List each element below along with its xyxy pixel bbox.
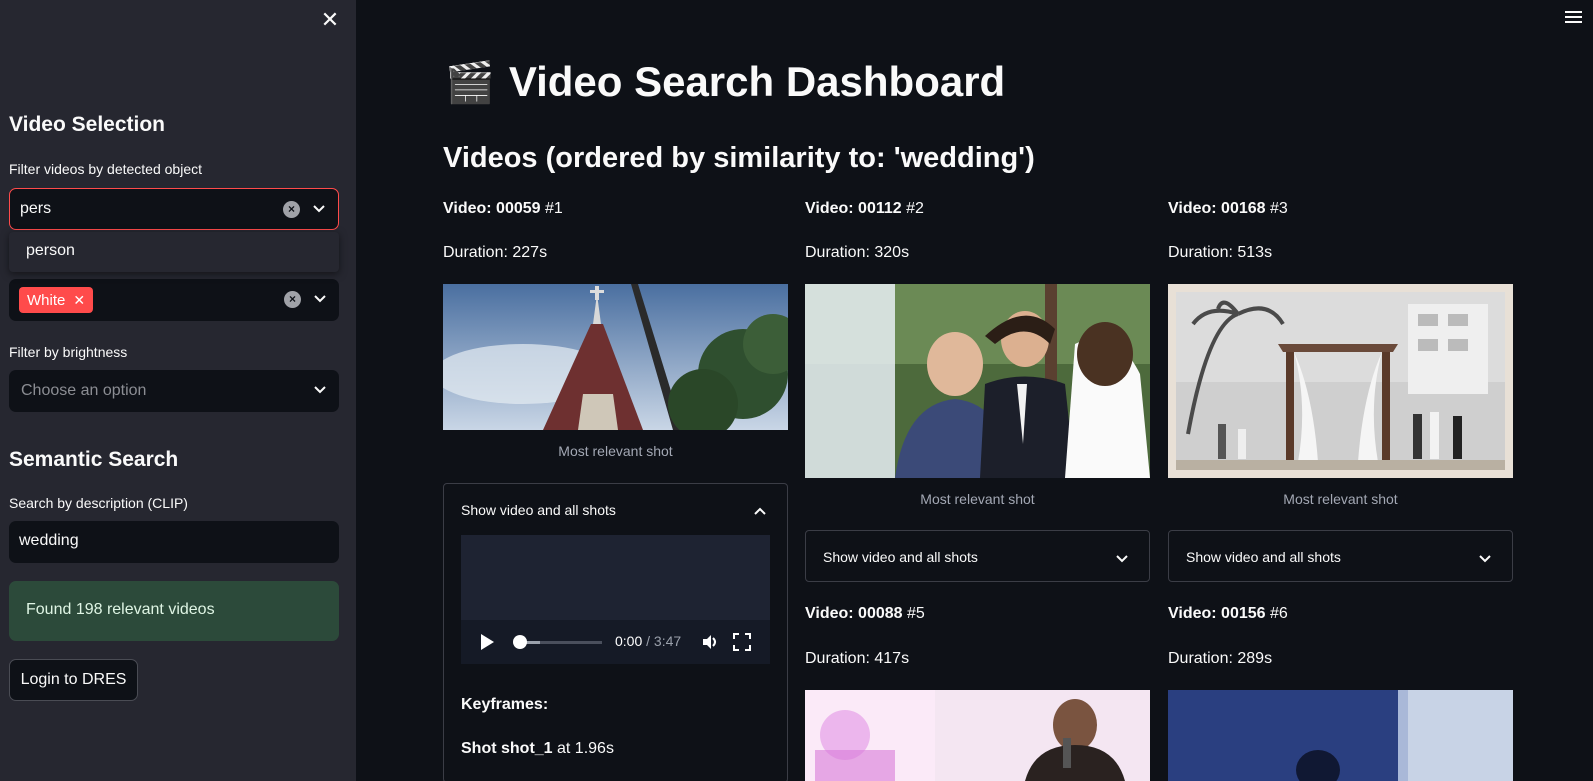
expander-label[interactable]: Show video and all shots (461, 502, 616, 518)
results-subtitle: Videos (ordered by similarity to: 'weddi… (443, 142, 1035, 174)
video-id: Video: 00059 (443, 200, 541, 217)
object-filter-label: Filter videos by detected object (9, 161, 202, 177)
keyframes-label: Keyframes: (461, 696, 549, 713)
video-rank: #2 (906, 200, 924, 217)
video-id: Video: 00168 (1168, 200, 1266, 217)
expander-show-video[interactable]: Show video and all shots 0:00 / 3:47 Key… (443, 483, 788, 781)
video-title: Video: 00059 #1 (443, 200, 563, 218)
seek-bar[interactable] (518, 641, 602, 644)
clip-search-value[interactable]: wedding (19, 532, 79, 550)
color-tag: White ✕ (19, 287, 94, 313)
seek-handle[interactable] (513, 635, 527, 649)
expander-label[interactable]: Show video and all shots (823, 549, 978, 565)
close-sidebar-icon[interactable]: ✕ (318, 8, 342, 32)
video-id: Video: 00112 (805, 200, 902, 217)
color-tag-label: White (27, 292, 66, 309)
chevron-down-icon[interactable] (312, 199, 326, 219)
thumbnail-church (443, 284, 788, 430)
sidebar: ✕ Video Selection Filter videos by detec… (0, 0, 356, 781)
menu-icon[interactable] (1565, 11, 1582, 25)
video-selection-heading: Video Selection (9, 113, 165, 136)
video-player[interactable]: 0:00 / 3:47 (461, 535, 770, 664)
brightness-label: Filter by brightness (9, 344, 128, 360)
app: ✕ Video Selection Filter videos by detec… (0, 0, 1593, 781)
video-title: Video: 00156 #6 (1168, 605, 1288, 623)
brightness-select[interactable]: Choose an option (9, 370, 339, 412)
video-id: Video: 00088 (805, 605, 903, 622)
video-duration: Duration: 320s (805, 244, 910, 261)
chevron-down-icon[interactable] (313, 380, 327, 400)
shot-label: Shot shot_1 at 1.96s (461, 740, 614, 758)
video-id: Video: 00156 (1168, 605, 1266, 622)
expander-show-video[interactable]: Show video and all shots (805, 530, 1150, 582)
video-rank: #3 (1270, 200, 1288, 217)
expander-show-video[interactable]: Show video and all shots (1168, 530, 1513, 582)
video-rank: #6 (1270, 605, 1288, 622)
semantic-search-heading: Semantic Search (9, 448, 179, 471)
time-display: 0:00 / 3:47 (615, 633, 681, 649)
clear-icon[interactable]: × (284, 291, 301, 308)
player-controls: 0:00 / 3:47 (461, 620, 770, 664)
dropdown-option-person[interactable]: person (26, 242, 75, 260)
thumbnail-caption: Most relevant shot (920, 491, 1035, 507)
clapperboard-icon: 🎬 (445, 61, 495, 105)
video-title: Video: 00088 #5 (805, 605, 925, 623)
found-text: Found 198 relevant videos (26, 601, 215, 618)
thumbnail-wedding-vows (805, 284, 1150, 478)
video-rank: #5 (907, 605, 925, 622)
chevron-up-icon[interactable] (753, 504, 767, 518)
thumbnail-window (1168, 690, 1513, 781)
color-filter-select[interactable]: White ✕ × (9, 279, 339, 321)
object-filter-select[interactable]: pers × (9, 188, 339, 230)
shot-name: Shot shot_1 (461, 740, 553, 757)
video-title: Video: 00112 #2 (805, 200, 924, 218)
chevron-down-icon[interactable] (1115, 551, 1129, 565)
page-title-text: Video Search Dashboard (508, 58, 1006, 105)
thumbnail-speaker (805, 690, 1150, 781)
video-title: Video: 00168 #3 (1168, 200, 1288, 218)
play-icon[interactable] (481, 634, 494, 650)
expander-label[interactable]: Show video and all shots (1186, 549, 1341, 565)
clip-label: Search by description (CLIP) (9, 495, 188, 511)
brightness-placeholder: Choose an option (21, 382, 147, 399)
object-filter-input-value[interactable]: pers (20, 200, 51, 218)
chevron-down-icon[interactable] (1478, 551, 1492, 565)
chevron-down-icon[interactable] (313, 289, 327, 309)
volume-icon[interactable] (701, 633, 719, 651)
clear-icon[interactable]: × (283, 201, 300, 218)
remove-tag-icon[interactable]: ✕ (73, 292, 85, 308)
video-rank: #1 (545, 200, 563, 217)
time-total: / 3:47 (646, 633, 682, 649)
page-title: 🎬 Video Search Dashboard (445, 58, 1005, 106)
shot-time: at 1.96s (557, 740, 614, 757)
fullscreen-icon[interactable] (733, 633, 751, 651)
thumbnail-beach-ceremony (1168, 284, 1513, 478)
login-button[interactable]: Login to DRES (9, 659, 138, 701)
found-info-box: Found 198 relevant videos (9, 581, 339, 641)
thumbnail-caption: Most relevant shot (1283, 491, 1398, 507)
clip-search-input[interactable]: wedding (9, 521, 339, 563)
video-duration: Duration: 227s (443, 244, 548, 261)
video-duration: Duration: 417s (805, 650, 910, 667)
time-current: 0:00 (615, 633, 643, 649)
object-filter-dropdown: person (9, 232, 339, 272)
video-duration: Duration: 513s (1168, 244, 1273, 261)
video-duration: Duration: 289s (1168, 650, 1273, 667)
thumbnail-caption: Most relevant shot (558, 443, 673, 459)
